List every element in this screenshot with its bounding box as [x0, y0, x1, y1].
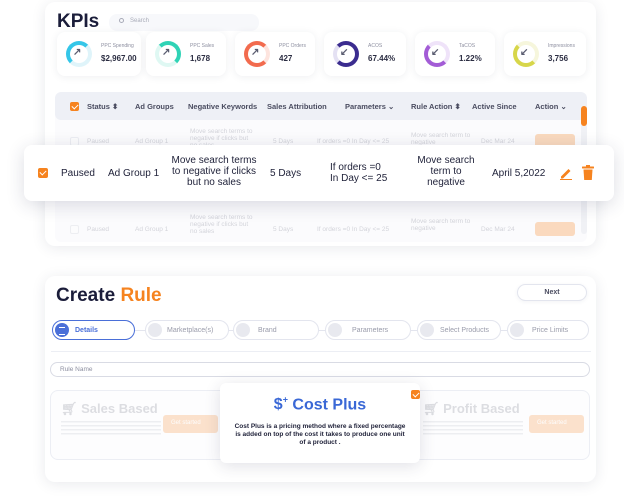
row-sales-attribution: 5 Days [270, 168, 302, 179]
header-negative-keywords: Negative Keywords [188, 102, 258, 111]
step-details[interactable]: Details [52, 320, 135, 340]
header-sales-attribution: Sales Attribution [267, 102, 327, 111]
scrollbar-thumb[interactable] [581, 106, 587, 126]
metric-ring-icon: ↗ [66, 41, 92, 67]
metric-label: ACOS [368, 43, 383, 49]
row-rule-action: Move search term to negative [417, 155, 475, 188]
create-rule-card: Create Rule Next Details Marketplace(s) … [45, 276, 596, 482]
metric-value: 1.22% [459, 54, 482, 63]
row-ad-group: Ad Group 1 [108, 168, 160, 179]
metric-value: 67.44% [368, 54, 396, 63]
header-parameters[interactable]: Parameters ⌄ [345, 102, 394, 111]
list-icon [55, 323, 69, 337]
cost-plus-option[interactable]: $+ Cost Plus Cost Plus is a pricing meth… [220, 383, 420, 463]
table-row: Paused Ad Group 1 Move search terms to n… [55, 212, 587, 242]
header-active-since: Active Since [472, 102, 517, 111]
metric-card-acos[interactable]: ↙ ACOS 67.44% [324, 32, 406, 76]
search-placeholder: Search [130, 18, 150, 24]
metric-ring-icon: ↙ [424, 41, 450, 67]
row-parameters: If orders =0 In Day <= 25 [330, 162, 388, 184]
step-connector [135, 330, 145, 331]
sort-icon: ⬍ [112, 102, 119, 111]
metric-label: TaCOS [459, 43, 476, 49]
metric-card-impressions[interactable]: ↙ Impressions 3,756 [504, 32, 586, 76]
divider [51, 351, 591, 352]
cart-icon: 🛒︎ [61, 401, 78, 416]
price-limits-icon [510, 323, 524, 337]
metric-label: PPC Spending [101, 43, 134, 49]
step-parameters[interactable]: Parameters [325, 320, 411, 340]
products-icon [420, 323, 434, 337]
cost-plus-checkbox[interactable] [411, 390, 420, 399]
highlighted-table-row[interactable]: Paused Ad Group 1 Move search terms to n… [24, 145, 614, 201]
metric-value: 1,678 [190, 54, 211, 63]
cost-plus-title: $+ Cost Plus [273, 395, 367, 414]
step-price-limits[interactable]: Price Limits [507, 320, 589, 340]
header-rule-action[interactable]: Rule Action ⬍ [411, 102, 461, 111]
header-status[interactable]: Status ⬍ [87, 102, 118, 111]
kpi-card: KPIs Search ↗ PPC Spending $2,967.00 ↗ P… [45, 2, 596, 246]
row-checkbox[interactable] [70, 225, 79, 234]
next-button[interactable]: Next [517, 284, 587, 301]
search-icon [119, 18, 124, 23]
metric-card-tacos[interactable]: ↙ TaCOS 1.22% [415, 32, 495, 76]
row-checkbox[interactable] [38, 168, 48, 178]
row-action-button[interactable] [535, 222, 575, 236]
profit-based-get-started-button[interactable]: Get started [529, 415, 584, 433]
sort-icon: ⬍ [454, 102, 461, 111]
metric-ring-icon: ↗ [244, 41, 270, 67]
select-all-checkbox[interactable] [70, 102, 79, 111]
metric-ring-icon: ↙ [333, 41, 359, 67]
metric-ring-icon: ↗ [155, 41, 181, 67]
sales-based-title: 🛒︎ Sales Based [61, 401, 158, 416]
metric-card-ppc-sales[interactable]: ↗ PPC Sales 1,678 [146, 32, 226, 76]
step-brand[interactable]: Brand [233, 320, 319, 340]
cart-icon: 🛒︎ [423, 401, 440, 416]
metric-card-ppc-orders[interactable]: ↗ PPC Orders 427 [235, 32, 315, 76]
metric-label: Impressions [548, 43, 575, 49]
row-active-since: April 5,2022 [492, 168, 546, 179]
edit-icon[interactable] [559, 166, 573, 180]
metric-label: PPC Orders [279, 43, 306, 49]
sales-based-description [61, 421, 161, 437]
header-action[interactable]: Action ⌄ [535, 102, 567, 111]
search-input[interactable]: Search [109, 14, 259, 31]
profit-based-description [423, 421, 523, 437]
row-negative-keywords: Move search terms to negative if clicks … [171, 155, 257, 188]
metric-value: $2,967.00 [101, 54, 137, 63]
metric-value: 3,756 [548, 54, 569, 63]
step-select-products[interactable]: Select Products [417, 320, 501, 340]
kpi-title: KPIs [57, 11, 100, 32]
chevron-down-icon: ⌄ [560, 102, 567, 111]
delete-icon[interactable] [582, 165, 594, 180]
metric-card-ppc-spending[interactable]: ↗ PPC Spending $2,967.00 [57, 32, 141, 76]
metric-ring-icon: ↙ [513, 41, 539, 67]
metric-label: PPC Sales [190, 43, 215, 49]
header-ad-groups: Ad Groups [135, 102, 174, 111]
marketplace-icon [148, 323, 162, 337]
brand-icon [236, 323, 250, 337]
rule-name-input[interactable]: Rule Name [50, 362, 590, 377]
metric-value: 427 [279, 54, 293, 63]
row-status: Paused [61, 168, 95, 179]
sales-based-get-started-button[interactable]: Get started [163, 415, 218, 433]
chevron-down-icon: ⌄ [387, 102, 395, 111]
parameters-icon [328, 323, 342, 337]
dollar-plus-icon: $+ [273, 395, 288, 414]
cost-plus-description: Cost Plus is a pricing method where a fi… [234, 423, 406, 446]
create-rule-title: Create Rule [56, 285, 162, 306]
step-marketplaces[interactable]: Marketplace(s) [145, 320, 229, 340]
profit-based-title: 🛒︎ Profit Based [423, 401, 520, 416]
table-header: Status ⬍ Ad Groups Negative Keywords Sal… [55, 92, 587, 120]
